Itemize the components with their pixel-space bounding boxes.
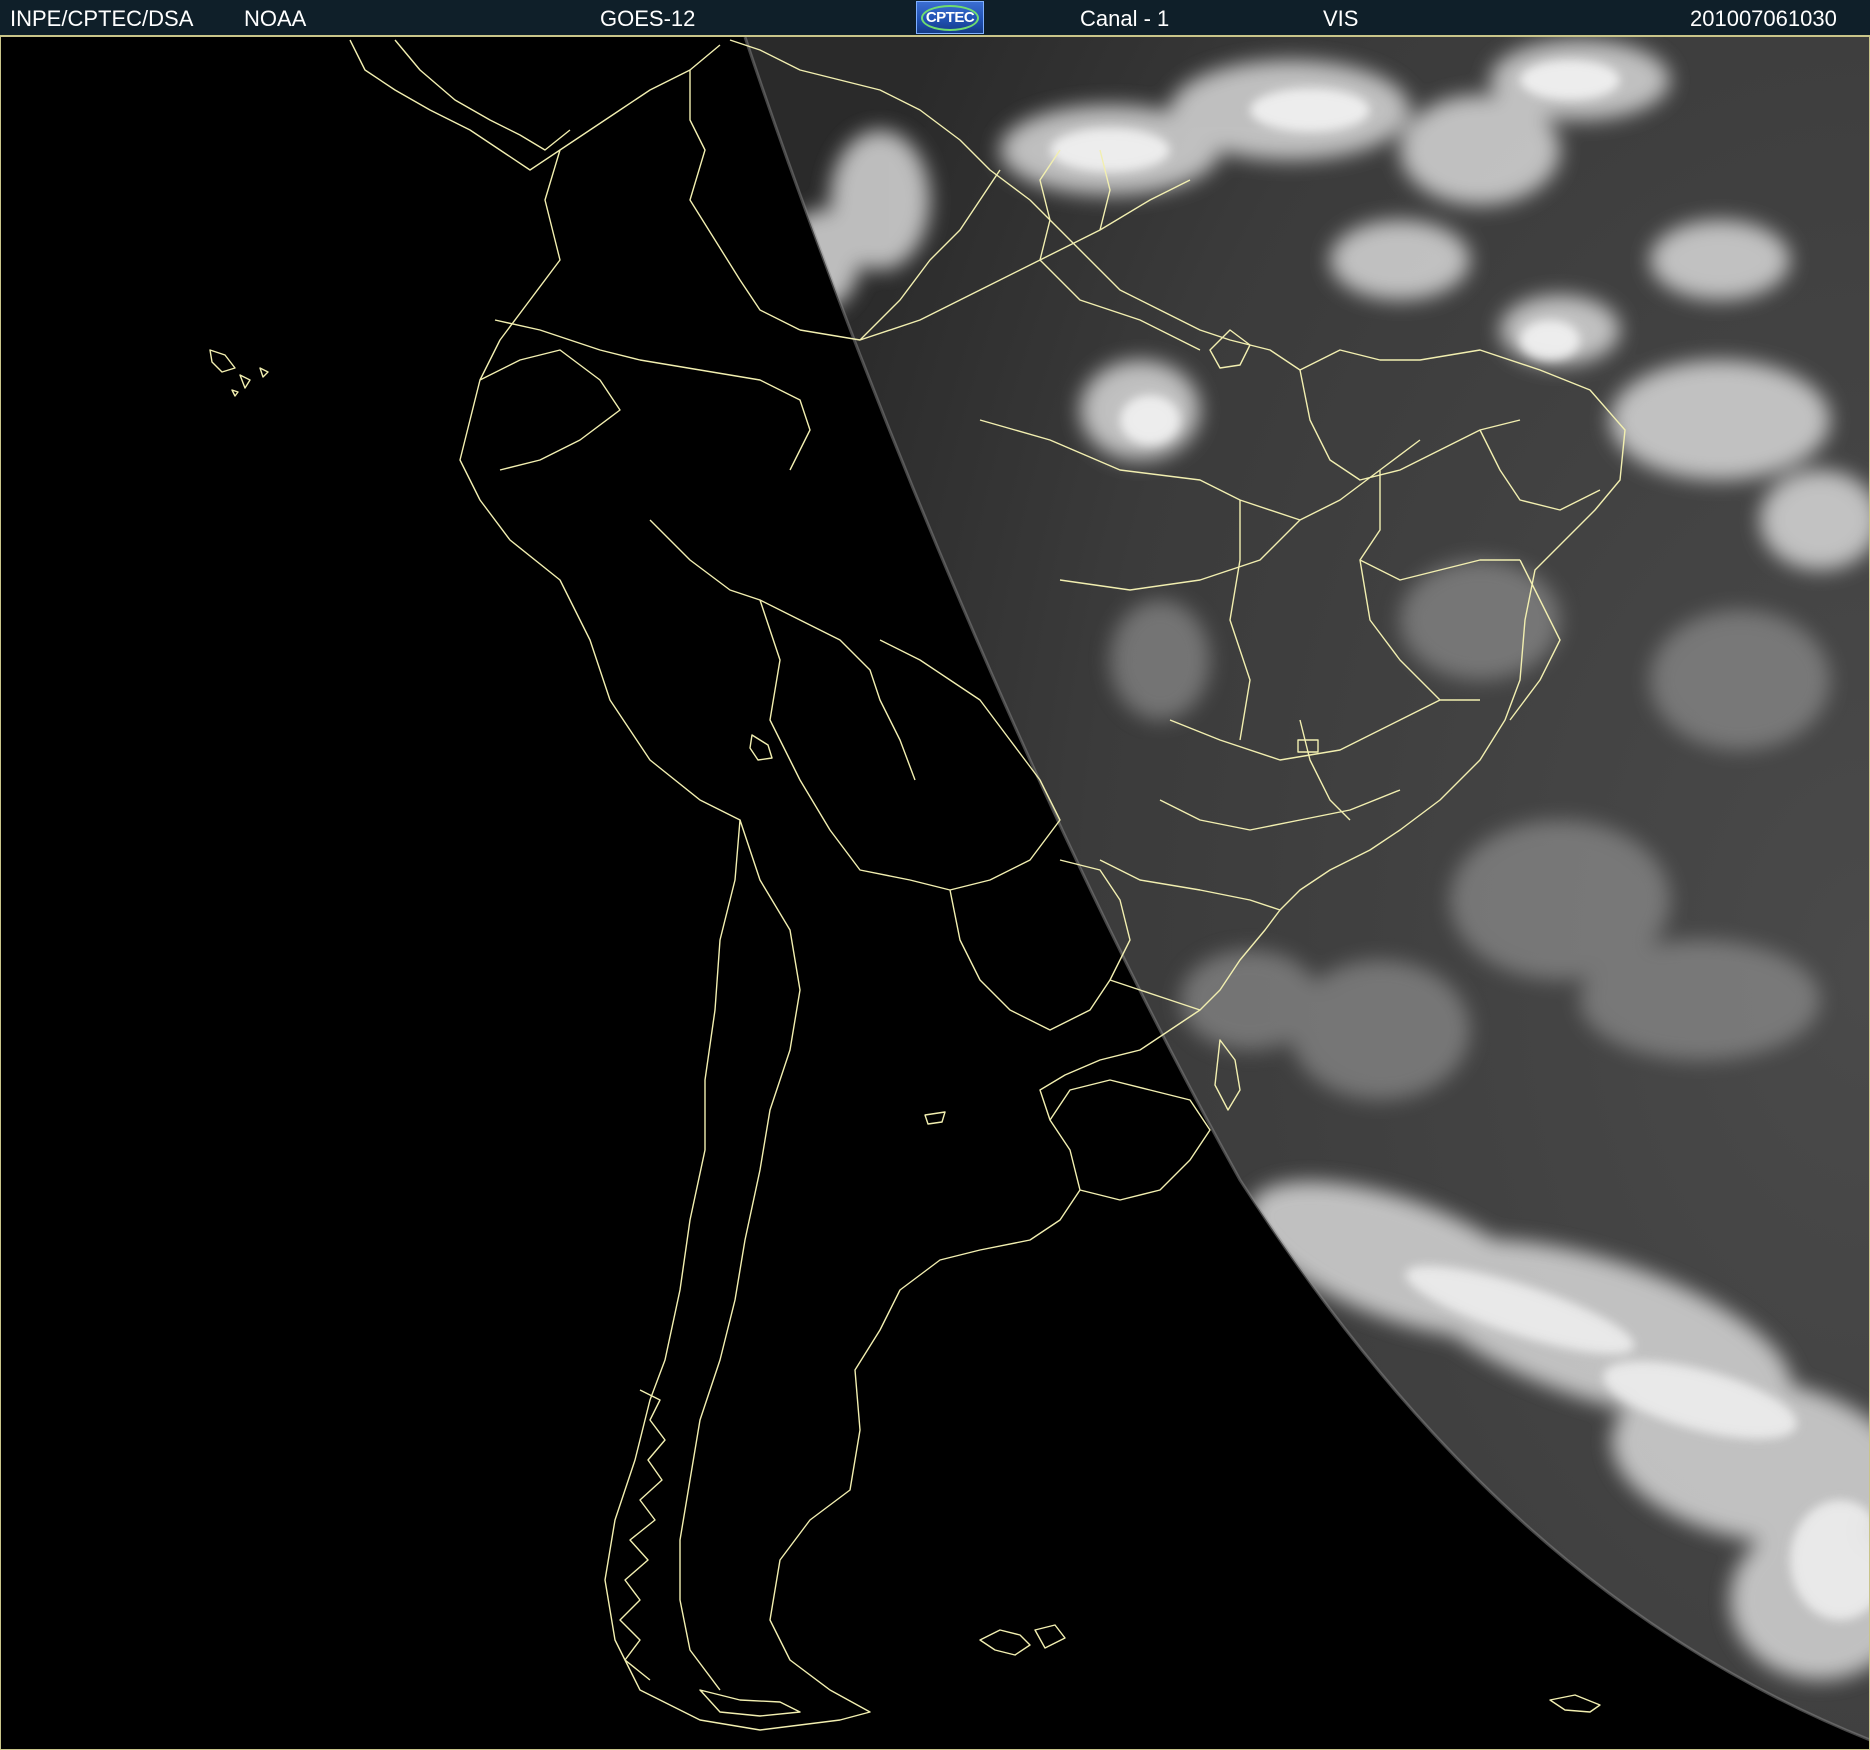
logo-text: CPTEC	[925, 9, 975, 26]
satellite-label: GOES-12	[600, 6, 696, 31]
agency-label: INPE/CPTEC/DSA	[10, 6, 194, 31]
operator-label: NOAA	[244, 6, 307, 31]
channel-label: Canal - 1	[1080, 6, 1170, 31]
band-label: VIS	[1323, 6, 1359, 31]
satellite-map	[0, 36, 1870, 1750]
cptec-logo-icon: CPTEC	[916, 1, 984, 34]
image-header: INPE/CPTEC/DSA NOAA GOES-12 CPTEC Canal …	[0, 0, 1870, 36]
timestamp-label: 201007061030	[1690, 6, 1837, 31]
